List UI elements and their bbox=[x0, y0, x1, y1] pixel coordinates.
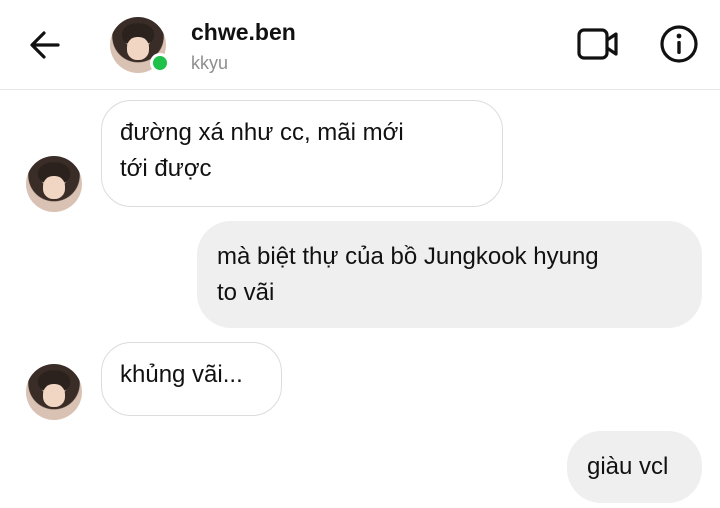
avatar[interactable] bbox=[110, 17, 170, 73]
outgoing-message-bubble[interactable]: giàu vcl bbox=[567, 431, 702, 503]
info-icon bbox=[660, 25, 698, 63]
username[interactable]: chwe.ben bbox=[191, 19, 296, 46]
incoming-message-bubble[interactable]: đường xá như cc, mãi mới tới được bbox=[101, 100, 503, 207]
display-name: kkyu bbox=[191, 53, 229, 73]
online-status-dot bbox=[150, 53, 170, 73]
arrow-left-icon bbox=[30, 31, 60, 59]
sender-avatar[interactable] bbox=[26, 364, 82, 420]
message-thread: đường xá như cc, mãi mới tới được mà biệ… bbox=[0, 91, 720, 508]
incoming-message-bubble[interactable]: khủng vãi... bbox=[101, 342, 282, 416]
avatar-image bbox=[26, 156, 82, 212]
chat-header: chwe.ben kkyu bbox=[0, 0, 720, 90]
info-button[interactable] bbox=[656, 22, 702, 66]
outgoing-message-bubble[interactable]: mà biệt thự của bồ Jungkook hyung to vãi bbox=[197, 221, 702, 328]
video-call-button[interactable] bbox=[574, 22, 622, 66]
video-camera-icon bbox=[577, 28, 618, 60]
avatar-image bbox=[26, 364, 82, 420]
back-button[interactable] bbox=[26, 26, 64, 64]
sender-avatar[interactable] bbox=[26, 156, 82, 212]
